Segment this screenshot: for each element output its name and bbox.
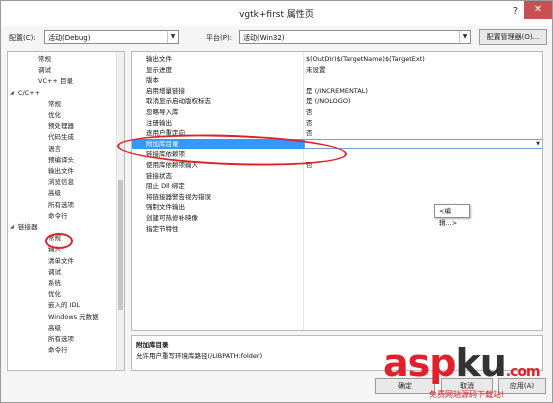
property-pages-dialog: vgtk+first 属性页 ? ✕ 配置(C): 活动(Debug) ▼ 平台…: [0, 0, 553, 403]
watermark-wordmark: aspku.com: [383, 341, 541, 385]
tree-item[interactable]: 调试: [48, 267, 61, 277]
configuration-manager-button[interactable]: 配置管理器(O)...: [479, 29, 547, 45]
description-text: 允许用户重写环境库路径(/LIBPATH:folder): [136, 352, 263, 360]
tree-item[interactable]: 链接器: [18, 222, 38, 232]
help-icon[interactable]: ?: [513, 6, 518, 17]
tree-item[interactable]: 调试: [38, 65, 51, 75]
settings-tree: 常规 调试 VC++ 目录 ◢ C/C++ 常规 优化 预处理器 代码生成 语言 预编译头 输出文件浏…: [7, 51, 125, 371]
tree-item[interactable]: 命令行: [48, 345, 68, 355]
property-value: 否: [306, 129, 313, 138]
property-value: 未设置: [306, 65, 326, 74]
tree-item[interactable]: 输出文件: [48, 166, 74, 176]
config-label: 配置(C):: [9, 34, 36, 42]
platform-label: 平台(P):: [206, 34, 233, 42]
chevron-down-icon: ▼: [167, 31, 178, 43]
property-row[interactable]: 注册输出 否: [132, 118, 542, 128]
property-row[interactable]: 显示进度 未设置: [132, 65, 542, 75]
tree-item[interactable]: 预编译头: [48, 155, 74, 165]
edit-dropdown-item[interactable]: <编辑...>: [434, 204, 470, 227]
property-name: 将链接器警告视为错误: [146, 192, 211, 201]
property-row[interactable]: 将链接器警告视为错误: [132, 192, 542, 202]
property-row[interactable]: 链接状态: [132, 171, 542, 181]
platform-select[interactable]: 活动(Win32) ▼: [239, 30, 471, 44]
tree-item[interactable]: 所有选项: [48, 334, 74, 344]
property-row[interactable]: 强制文件输出: [132, 202, 542, 212]
close-icon[interactable]: ✕: [524, 1, 552, 19]
expander-icon[interactable]: ◢: [10, 90, 14, 96]
chevron-down-icon[interactable]: ▼: [533, 139, 542, 149]
tree-item[interactable]: 嵌入的 IDL: [48, 300, 80, 310]
property-row[interactable]: 取消显示启动版权标志 是 (/NOLOGO): [132, 96, 542, 106]
tree-item[interactable]: 语言: [48, 144, 61, 154]
property-value: $(OutDir)$(TargetName)$(TargetExt): [306, 55, 425, 63]
property-name: 强制文件输出: [146, 203, 185, 212]
property-name: 创建可热修补映像: [146, 214, 198, 222]
property-row[interactable]: 版本: [132, 75, 542, 85]
property-name: 输出文件: [146, 55, 172, 63]
tree-item[interactable]: 常规: [48, 99, 61, 109]
platform-value: 活动(Win32): [243, 34, 285, 42]
property-value: 否: [306, 118, 313, 127]
property-value[interactable]: ▼: [304, 138, 542, 149]
tree-item[interactable]: 代码生成: [48, 132, 74, 142]
property-name: 忽略导入库: [146, 108, 179, 116]
property-name: 指定节特性: [146, 224, 179, 233]
tree-item[interactable]: 常规: [38, 54, 51, 64]
tree-item[interactable]: C/C++: [18, 88, 40, 98]
tree-item[interactable]: VC++ 目录: [38, 76, 73, 86]
description-heading: 附加库目录: [136, 341, 169, 349]
config-select[interactable]: 活动(Debug) ▼: [44, 30, 179, 44]
expander-icon[interactable]: ◢: [10, 224, 14, 230]
property-row[interactable]: 输出文件 $(OutDir)$(TargetName)$(TargetExt): [132, 54, 542, 64]
property-name: 注册输出: [146, 118, 172, 127]
property-row[interactable]: 阻止 Dll 绑定: [132, 181, 542, 191]
tree-item[interactable]: 所有选项: [48, 200, 74, 210]
property-row[interactable]: 指定节特性: [132, 224, 542, 234]
tree-item[interactable]: 清单文件: [48, 256, 74, 266]
property-name: 阻止 Dll 绑定: [146, 182, 185, 191]
property-name: 显示进度: [146, 65, 172, 74]
tree-item[interactable]: 命令行: [48, 211, 68, 221]
tree-item[interactable]: 高级: [48, 188, 61, 198]
tree-item[interactable]: 高级: [48, 323, 61, 333]
tree-item[interactable]: 优化: [48, 110, 61, 120]
window-title: vgtk+first 属性页: [239, 10, 314, 20]
property-value: 是 (/NOLOGO): [306, 97, 351, 106]
chevron-down-icon: ▼: [459, 31, 470, 43]
tree-scrollbar[interactable]: [116, 52, 124, 370]
configuration-row: 配置(C): 活动(Debug) ▼ 平台(P): 活动(Win32) ▼ 配置…: [1, 29, 552, 47]
tree-item[interactable]: 浏览信息: [48, 177, 74, 187]
watermark-logo: aspku.com 免费网站源码下载站!: [381, 341, 553, 403]
tree-item[interactable]: 预处理器: [48, 121, 74, 131]
tree-item[interactable]: Windows 元数据: [48, 312, 99, 322]
property-name: 链接状态: [146, 171, 172, 180]
title-bar: vgtk+first 属性页 ? ✕: [1, 1, 552, 26]
config-value: 活动(Debug): [48, 34, 91, 42]
tree-scrollbar-thumb[interactable]: [118, 180, 123, 310]
property-name: 启用增量链接: [146, 86, 185, 95]
tree-item[interactable]: 优化: [48, 289, 61, 299]
property-name: 取消显示启动版权标志: [146, 97, 211, 106]
property-value: 否: [306, 108, 313, 116]
annotation-circle: [45, 233, 73, 249]
property-value: 是 (/INCREMENTAL): [306, 86, 368, 95]
tree-item[interactable]: 系统: [48, 278, 61, 288]
property-name: 版本: [146, 76, 159, 85]
property-row[interactable]: 启用增量链接 是 (/INCREMENTAL): [132, 86, 542, 96]
property-grid: 输出文件 $(OutDir)$(TargetName)$(TargetExt) 显示…: [131, 51, 543, 331]
property-row[interactable]: 创建可热修补映像: [132, 213, 542, 223]
watermark-subtitle: 免费网站源码下载站!: [429, 390, 505, 399]
property-row[interactable]: 忽略导入库 否: [132, 107, 542, 117]
